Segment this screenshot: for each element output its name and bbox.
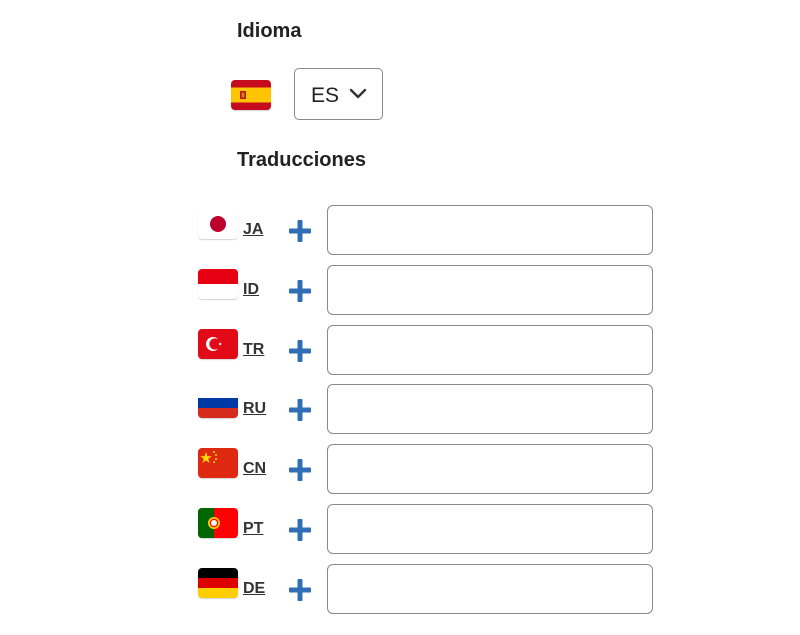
chevron-down-icon — [348, 87, 368, 101]
translation-row-ru: RU — [0, 384, 800, 436]
language-code-link[interactable]: CN — [243, 460, 266, 478]
language-code-link[interactable]: ID — [243, 281, 259, 299]
language-code-link[interactable]: JA — [243, 221, 263, 239]
germany-flag-icon — [198, 568, 238, 598]
translation-input[interactable] — [327, 504, 653, 554]
translation-input[interactable] — [327, 564, 653, 614]
plus-icon[interactable] — [288, 578, 312, 602]
translation-row-pt: PT — [0, 504, 800, 556]
translation-row-id: ID — [0, 265, 800, 317]
language-title: Idioma — [237, 20, 302, 42]
language-code-link[interactable]: TR — [243, 341, 264, 359]
plus-icon[interactable] — [288, 398, 312, 422]
language-code-link[interactable]: RU — [243, 400, 266, 418]
japan-flag-icon — [198, 209, 238, 239]
language-select-value: ES — [311, 84, 340, 107]
turkey-flag-icon — [198, 329, 238, 359]
plus-icon[interactable] — [288, 339, 312, 363]
language-code-link[interactable]: DE — [243, 580, 265, 598]
translations-title: Traducciones — [237, 149, 366, 171]
china-flag-icon — [198, 448, 238, 478]
language-code-link[interactable]: PT — [243, 520, 263, 538]
plus-icon[interactable] — [288, 518, 312, 542]
russia-flag-icon — [198, 388, 238, 418]
translation-input[interactable] — [327, 444, 653, 494]
spain-flag-icon — [231, 80, 271, 110]
translation-row-cn: CN — [0, 444, 800, 496]
translation-input[interactable] — [327, 205, 653, 255]
plus-icon[interactable] — [288, 279, 312, 303]
translation-input[interactable] — [327, 265, 653, 315]
indonesia-flag-icon — [198, 269, 238, 299]
plus-icon[interactable] — [288, 458, 312, 482]
translation-input[interactable] — [327, 384, 653, 434]
language-select[interactable]: ES — [294, 68, 383, 120]
portugal-flag-icon — [198, 508, 238, 538]
translation-row-de: DE — [0, 564, 800, 616]
translation-row-tr: TR — [0, 325, 800, 377]
translation-input[interactable] — [327, 325, 653, 375]
plus-icon[interactable] — [288, 219, 312, 243]
translation-row-ja: JA — [0, 205, 800, 257]
